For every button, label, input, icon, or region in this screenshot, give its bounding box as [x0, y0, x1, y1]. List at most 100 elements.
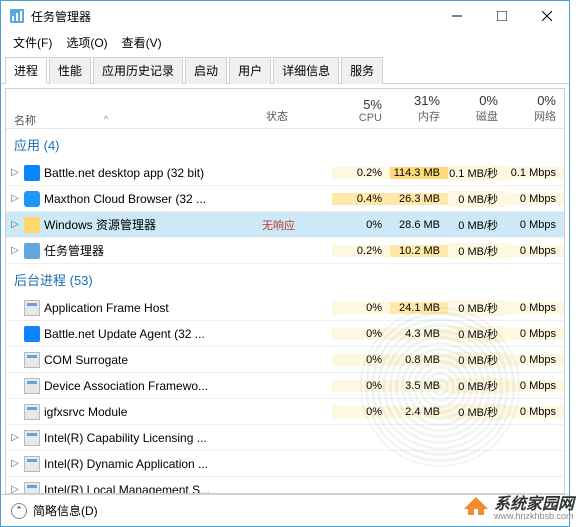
group-background[interactable]: 后台进程 (53): [6, 264, 564, 295]
cpu-cell: 0%: [332, 219, 390, 231]
net-cell: 0 Mbps: [506, 302, 564, 314]
disk-cell: 0.1 MB/秒: [448, 165, 506, 181]
titlebar[interactable]: 任务管理器: [1, 1, 569, 31]
table-row[interactable]: igfxsrvc Module 0% 2.4 MB 0 MB/秒 0 Mbps: [6, 399, 564, 425]
table-row[interactable]: Battle.net Update Agent (32 ... 0% 4.3 M…: [6, 321, 564, 347]
net-cell: 0.1 Mbps: [506, 167, 564, 179]
process-name: Maxthon Cloud Browser (32 ...: [44, 192, 262, 206]
maximize-button[interactable]: [479, 1, 524, 31]
process-body[interactable]: 应用 (4) ▷ Battle.net desktop app (32 bit)…: [6, 129, 564, 493]
group-apps[interactable]: 应用 (4): [6, 129, 564, 160]
cpu-cell: 0%: [332, 406, 390, 418]
col-name[interactable]: 名称^: [6, 89, 262, 128]
table-row[interactable]: ▷ Windows 资源管理器 无响应 0% 28.6 MB 0 MB/秒 0 …: [6, 212, 564, 238]
process-name: Intel(R) Local Management S...: [44, 483, 262, 494]
app-icon: [9, 8, 25, 24]
generic-app-icon: [24, 378, 40, 394]
tab-details[interactable]: 详细信息: [273, 57, 339, 84]
battlenet-icon: [24, 326, 40, 342]
disk-cell: 0 MB/秒: [448, 243, 506, 259]
minimize-button[interactable]: [434, 1, 479, 31]
mem-cell: 3.5 MB: [390, 380, 448, 392]
table-row[interactable]: ▷ Intel(R) Capability Licensing ...: [6, 425, 564, 451]
tab-startup[interactable]: 启动: [185, 57, 227, 84]
cpu-cell: 0%: [332, 302, 390, 314]
mem-cell: 10.2 MB: [390, 245, 448, 257]
maxthon-icon: [24, 191, 40, 207]
expand-icon[interactable]: ▷: [6, 458, 20, 469]
column-headers: 名称^ 状态 5%CPU 31%内存 0%磁盘 0%网络: [6, 89, 564, 129]
tab-services[interactable]: 服务: [341, 57, 383, 84]
mem-cell: 4.3 MB: [390, 328, 448, 340]
net-cell: 0 Mbps: [506, 193, 564, 205]
mem-cell: 28.6 MB: [390, 219, 448, 231]
process-name: Intel(R) Capability Licensing ...: [44, 431, 262, 445]
generic-app-icon: [24, 482, 40, 494]
col-cpu[interactable]: 5%CPU: [332, 89, 390, 128]
process-name: igfxsrvc Module: [44, 405, 262, 419]
process-name: Application Frame Host: [44, 301, 262, 315]
watermark-logo-icon: [462, 495, 490, 517]
tab-processes[interactable]: 进程: [5, 57, 47, 84]
close-button[interactable]: [524, 1, 569, 31]
cpu-cell: 0.2%: [332, 245, 390, 257]
col-net[interactable]: 0%网络: [506, 89, 564, 128]
disk-cell: 0 MB/秒: [448, 300, 506, 316]
watermark: 系统家园网 www.hnzkhbsb.com: [462, 490, 574, 521]
expand-icon[interactable]: ▷: [6, 245, 20, 256]
process-status: 无响应: [262, 217, 332, 233]
mem-cell: 24.1 MB: [390, 302, 448, 314]
cpu-cell: 0%: [332, 328, 390, 340]
table-row[interactable]: COM Surrogate 0% 0.8 MB 0 MB/秒 0 Mbps: [6, 347, 564, 373]
generic-app-icon: [24, 404, 40, 420]
table-row[interactable]: Device Association Framewo... 0% 3.5 MB …: [6, 373, 564, 399]
menu-options[interactable]: 选项(O): [60, 32, 113, 53]
tab-users[interactable]: 用户: [229, 57, 271, 84]
expand-icon[interactable]: ▷: [6, 432, 20, 443]
menubar: 文件(F) 选项(O) 查看(V): [1, 31, 569, 53]
expand-icon[interactable]: ▷: [6, 484, 20, 493]
expand-icon[interactable]: ▷: [6, 167, 20, 178]
chevron-up-icon[interactable]: ⌃: [11, 503, 27, 519]
fewer-details-button[interactable]: 简略信息(D): [33, 502, 98, 519]
explorer-icon: [24, 217, 40, 233]
table-row[interactable]: ▷ Intel(R) Dynamic Application ...: [6, 451, 564, 477]
cpu-cell: 0%: [332, 380, 390, 392]
process-name: 任务管理器: [44, 242, 262, 259]
disk-cell: 0 MB/秒: [448, 217, 506, 233]
table-row[interactable]: ▷ Battle.net desktop app (32 bit) 0.2% 1…: [6, 160, 564, 186]
net-cell: 0 Mbps: [506, 219, 564, 231]
mem-cell: 2.4 MB: [390, 406, 448, 418]
col-mem[interactable]: 31%内存: [390, 89, 448, 128]
menu-view[interactable]: 查看(V): [116, 32, 168, 53]
net-cell: 0 Mbps: [506, 328, 564, 340]
table-row[interactable]: ▷ Maxthon Cloud Browser (32 ... 0.4% 26.…: [6, 186, 564, 212]
expand-icon[interactable]: ▷: [6, 193, 20, 204]
table-row[interactable]: Application Frame Host 0% 24.1 MB 0 MB/秒…: [6, 295, 564, 321]
process-name: Battle.net desktop app (32 bit): [44, 166, 262, 180]
tab-strip: 进程 性能 应用历史记录 启动 用户 详细信息 服务: [1, 53, 569, 84]
net-cell: 0 Mbps: [506, 354, 564, 366]
expand-icon[interactable]: ▷: [6, 219, 20, 230]
generic-app-icon: [24, 300, 40, 316]
tab-app-history[interactable]: 应用历史记录: [93, 57, 183, 84]
menu-file[interactable]: 文件(F): [7, 32, 58, 53]
cpu-cell: 0.4%: [332, 193, 390, 205]
net-cell: 0 Mbps: [506, 380, 564, 392]
process-name: Battle.net Update Agent (32 ...: [44, 327, 262, 341]
net-cell: 0 Mbps: [506, 245, 564, 257]
process-name: Intel(R) Dynamic Application ...: [44, 457, 262, 471]
watermark-url: www.hnzkhbsb.com: [494, 511, 574, 521]
col-status[interactable]: 状态: [262, 89, 332, 128]
tab-performance[interactable]: 性能: [49, 57, 91, 84]
col-disk[interactable]: 0%磁盘: [448, 89, 506, 128]
mem-cell: 114.3 MB: [390, 167, 448, 179]
process-name: COM Surrogate: [44, 353, 262, 367]
table-row[interactable]: ▷ 任务管理器 0.2% 10.2 MB 0 MB/秒 0 Mbps: [6, 238, 564, 264]
generic-app-icon: [24, 430, 40, 446]
cpu-cell: 0.2%: [332, 167, 390, 179]
generic-app-icon: [24, 352, 40, 368]
process-list: 名称^ 状态 5%CPU 31%内存 0%磁盘 0%网络 应用 (4) ▷ Ba…: [5, 88, 565, 494]
disk-cell: 0 MB/秒: [448, 404, 506, 420]
disk-cell: 0 MB/秒: [448, 352, 506, 368]
